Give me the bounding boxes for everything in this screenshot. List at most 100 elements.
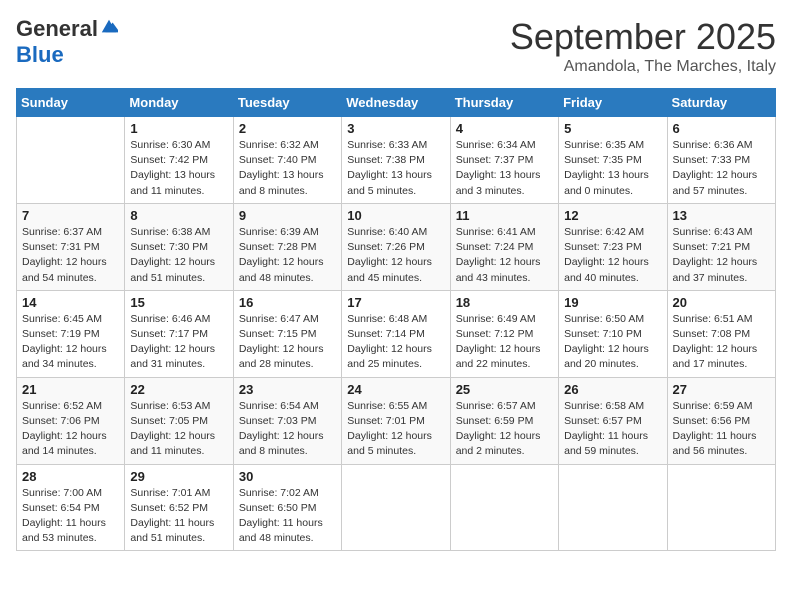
day-info: Sunrise: 6:30 AMSunset: 7:42 PMDaylight:… (130, 138, 227, 199)
day-info: Sunrise: 7:02 AMSunset: 6:50 PMDaylight:… (239, 486, 336, 547)
day-info: Sunrise: 7:01 AMSunset: 6:52 PMDaylight:… (130, 486, 227, 547)
logo-general: General (16, 16, 98, 42)
day-info: Sunrise: 6:33 AMSunset: 7:38 PMDaylight:… (347, 138, 444, 199)
calendar-cell: 11Sunrise: 6:41 AMSunset: 7:24 PMDayligh… (450, 203, 558, 290)
day-info: Sunrise: 6:42 AMSunset: 7:23 PMDaylight:… (564, 225, 661, 286)
calendar-cell: 3 Sunrise: 6:33 AMSunset: 7:38 PMDaylight… (342, 117, 450, 204)
day-info: Sunrise: 6:47 AMSunset: 7:15 PMDaylight:… (239, 312, 336, 373)
calendar-cell (450, 464, 558, 551)
day-info: Sunrise: 6:39 AMSunset: 7:28 PMDaylight:… (239, 225, 336, 286)
calendar-cell: 24Sunrise: 6:55 AMSunset: 7:01 PMDayligh… (342, 377, 450, 464)
header-row: SundayMondayTuesdayWednesdayThursdayFrid… (17, 89, 776, 117)
day-number: 29 (130, 469, 227, 484)
calendar-cell (17, 117, 125, 204)
day-header-wednesday: Wednesday (342, 89, 450, 117)
calendar-cell: 6 Sunrise: 6:36 AMSunset: 7:33 PMDaylight… (667, 117, 775, 204)
day-header-saturday: Saturday (667, 89, 775, 117)
calendar-cell: 17Sunrise: 6:48 AMSunset: 7:14 PMDayligh… (342, 290, 450, 377)
logo-icon (100, 18, 118, 36)
calendar-cell: 29 Sunrise: 7:01 AMSunset: 6:52 PMDayligh… (125, 464, 233, 551)
location-title: Amandola, The Marches, Italy (510, 58, 776, 76)
calendar-cell: 1 Sunrise: 6:30 AMSunset: 7:42 PMDaylight… (125, 117, 233, 204)
calendar-cell: 14 Sunrise: 6:45 AMSunset: 7:19 PMDayligh… (17, 290, 125, 377)
day-info: Sunrise: 6:40 AMSunset: 7:26 PMDaylight:… (347, 225, 444, 286)
calendar-cell: 7Sunrise: 6:37 AMSunset: 7:31 PMDaylight… (17, 203, 125, 290)
day-number: 28 (22, 469, 119, 484)
day-number: 6 (673, 121, 770, 136)
calendar-cell (342, 464, 450, 551)
day-info: Sunrise: 6:37 AMSunset: 7:31 PMDaylight:… (22, 225, 119, 286)
day-info: Sunrise: 6:41 AMSunset: 7:24 PMDaylight:… (456, 225, 553, 286)
day-info: Sunrise: 6:43 AMSunset: 7:21 PMDaylight:… (673, 225, 770, 286)
calendar-cell: 26 Sunrise: 6:58 AMSunset: 6:57 PMDayligh… (559, 377, 667, 464)
day-info: Sunrise: 6:50 AMSunset: 7:10 PMDaylight:… (564, 312, 661, 373)
day-number: 30 (239, 469, 336, 484)
day-header-thursday: Thursday (450, 89, 558, 117)
day-number: 8 (130, 208, 227, 223)
week-row-2: 7Sunrise: 6:37 AMSunset: 7:31 PMDaylight… (17, 203, 776, 290)
calendar-table: SundayMondayTuesdayWednesdayThursdayFrid… (16, 88, 776, 551)
calendar-cell: 12 Sunrise: 6:42 AMSunset: 7:23 PMDayligh… (559, 203, 667, 290)
calendar-cell: 2Sunrise: 6:32 AMSunset: 7:40 PMDaylight… (233, 117, 341, 204)
month-title: September 2025 (510, 16, 776, 58)
day-info: Sunrise: 6:57 AMSunset: 6:59 PMDaylight:… (456, 399, 553, 460)
day-info: Sunrise: 6:34 AMSunset: 7:37 PMDaylight:… (456, 138, 553, 199)
calendar-cell: 8 Sunrise: 6:38 AMSunset: 7:30 PMDaylight… (125, 203, 233, 290)
day-number: 18 (456, 295, 553, 310)
title-section: September 2025 Amandola, The Marches, It… (510, 16, 776, 76)
day-number: 23 (239, 382, 336, 397)
day-header-sunday: Sunday (17, 89, 125, 117)
day-number: 27 (673, 382, 770, 397)
day-info: Sunrise: 6:38 AMSunset: 7:30 PMDaylight:… (130, 225, 227, 286)
calendar-cell: 21Sunrise: 6:52 AMSunset: 7:06 PMDayligh… (17, 377, 125, 464)
week-row-1: 1 Sunrise: 6:30 AMSunset: 7:42 PMDaylight… (17, 117, 776, 204)
day-number: 10 (347, 208, 444, 223)
day-info: Sunrise: 6:53 AMSunset: 7:05 PMDaylight:… (130, 399, 227, 460)
day-info: Sunrise: 6:58 AMSunset: 6:57 PMDaylight:… (564, 399, 661, 460)
calendar-cell: 23 Sunrise: 6:54 AMSunset: 7:03 PMDayligh… (233, 377, 341, 464)
calendar-cell (559, 464, 667, 551)
calendar-cell: 19 Sunrise: 6:50 AMSunset: 7:10 PMDayligh… (559, 290, 667, 377)
calendar-cell: 5 Sunrise: 6:35 AMSunset: 7:35 PMDaylight… (559, 117, 667, 204)
logo-blue: Blue (16, 42, 64, 68)
day-number: 24 (347, 382, 444, 397)
day-header-tuesday: Tuesday (233, 89, 341, 117)
calendar-cell: 13 Sunrise: 6:43 AMSunset: 7:21 PMDayligh… (667, 203, 775, 290)
day-number: 1 (130, 121, 227, 136)
calendar-cell: 28Sunrise: 7:00 AMSunset: 6:54 PMDayligh… (17, 464, 125, 551)
calendar-cell (667, 464, 775, 551)
day-number: 20 (673, 295, 770, 310)
calendar-cell: 30 Sunrise: 7:02 AMSunset: 6:50 PMDayligh… (233, 464, 341, 551)
day-info: Sunrise: 6:35 AMSunset: 7:35 PMDaylight:… (564, 138, 661, 199)
page-header: General Blue September 2025 Amandola, Th… (16, 16, 776, 76)
day-number: 22 (130, 382, 227, 397)
logo: General Blue (16, 16, 118, 68)
calendar-cell: 20 Sunrise: 6:51 AMSunset: 7:08 PMDayligh… (667, 290, 775, 377)
day-number: 21 (22, 382, 119, 397)
calendar-cell: 4Sunrise: 6:34 AMSunset: 7:37 PMDaylight… (450, 117, 558, 204)
day-number: 14 (22, 295, 119, 310)
day-number: 19 (564, 295, 661, 310)
day-info: Sunrise: 6:48 AMSunset: 7:14 PMDaylight:… (347, 312, 444, 373)
calendar-cell: 18 Sunrise: 6:49 AMSunset: 7:12 PMDayligh… (450, 290, 558, 377)
week-row-4: 21Sunrise: 6:52 AMSunset: 7:06 PMDayligh… (17, 377, 776, 464)
day-info: Sunrise: 6:51 AMSunset: 7:08 PMDaylight:… (673, 312, 770, 373)
day-header-friday: Friday (559, 89, 667, 117)
day-number: 25 (456, 382, 553, 397)
day-number: 12 (564, 208, 661, 223)
day-info: Sunrise: 6:36 AMSunset: 7:33 PMDaylight:… (673, 138, 770, 199)
day-info: Sunrise: 6:46 AMSunset: 7:17 PMDaylight:… (130, 312, 227, 373)
calendar-cell: 25 Sunrise: 6:57 AMSunset: 6:59 PMDayligh… (450, 377, 558, 464)
calendar-cell: 16Sunrise: 6:47 AMSunset: 7:15 PMDayligh… (233, 290, 341, 377)
day-info: Sunrise: 6:59 AMSunset: 6:56 PMDaylight:… (673, 399, 770, 460)
day-number: 5 (564, 121, 661, 136)
day-info: Sunrise: 6:54 AMSunset: 7:03 PMDaylight:… (239, 399, 336, 460)
day-info: Sunrise: 6:45 AMSunset: 7:19 PMDaylight:… (22, 312, 119, 373)
day-info: Sunrise: 6:49 AMSunset: 7:12 PMDaylight:… (456, 312, 553, 373)
day-number: 13 (673, 208, 770, 223)
calendar-cell: 10 Sunrise: 6:40 AMSunset: 7:26 PMDayligh… (342, 203, 450, 290)
day-number: 3 (347, 121, 444, 136)
day-number: 26 (564, 382, 661, 397)
calendar-cell: 27 Sunrise: 6:59 AMSunset: 6:56 PMDayligh… (667, 377, 775, 464)
week-row-5: 28Sunrise: 7:00 AMSunset: 6:54 PMDayligh… (17, 464, 776, 551)
